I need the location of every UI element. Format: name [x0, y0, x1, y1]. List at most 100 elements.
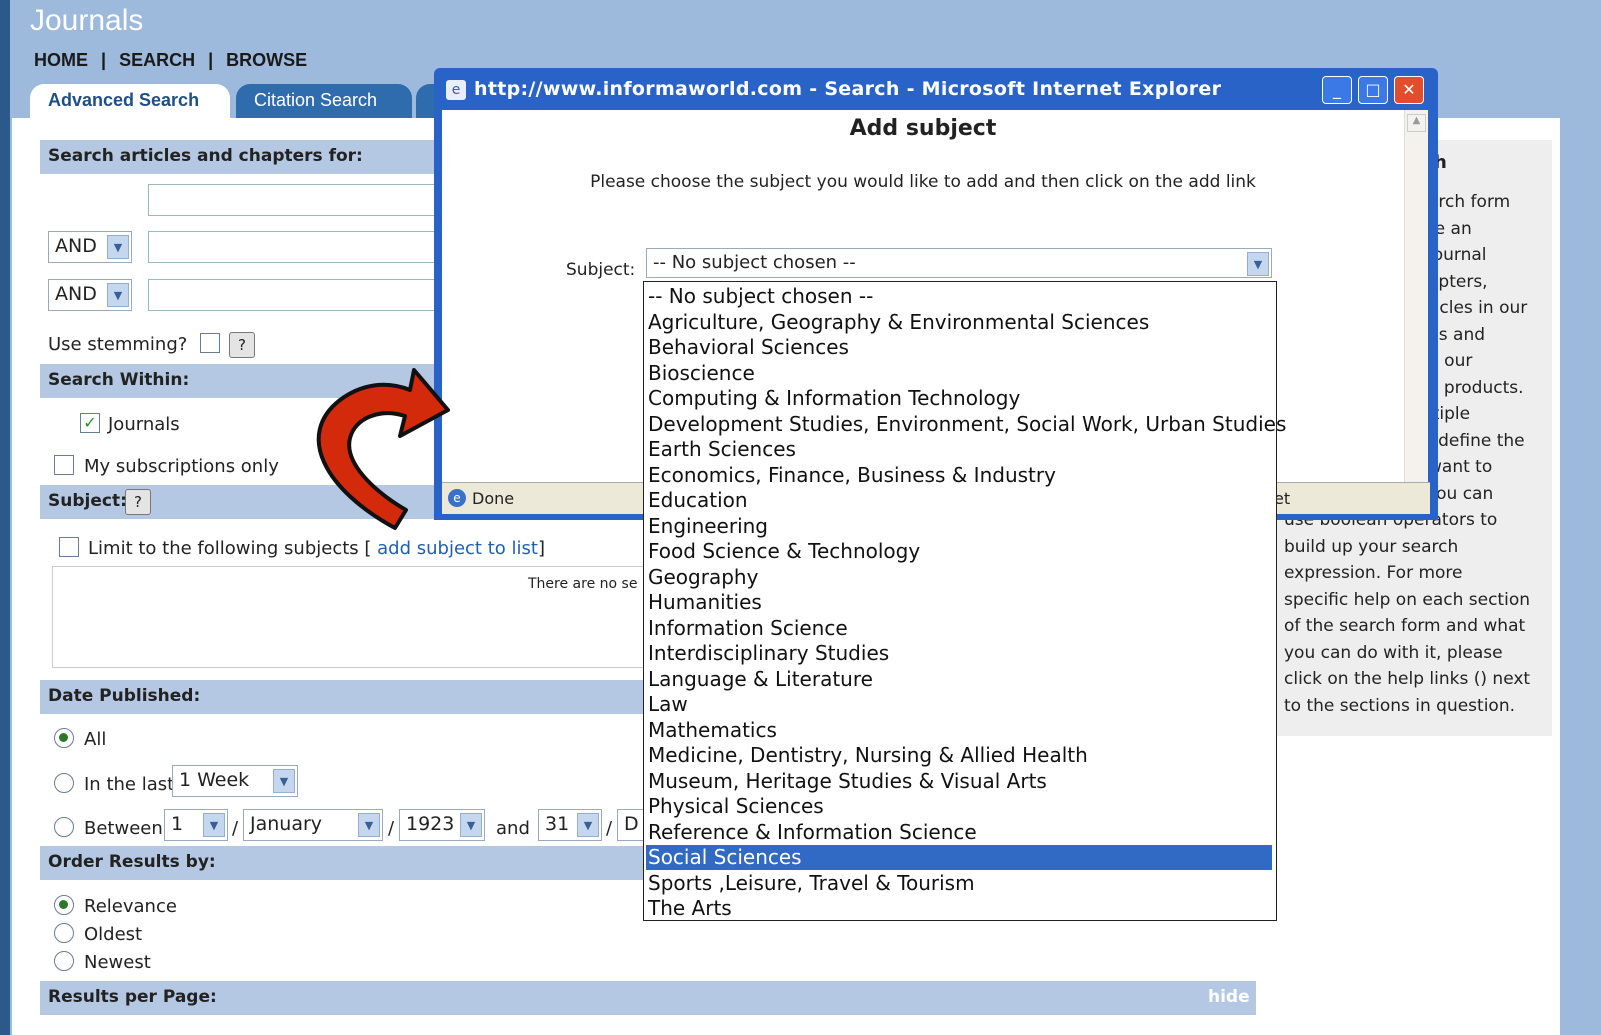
help-line: ticles in our — [1428, 298, 1528, 318]
subject-option[interactable]: Reference & Information Science — [648, 820, 1274, 845]
subject-option[interactable]: Interdisciplinary Studies — [648, 641, 1274, 666]
chevron-down-icon: ▼ — [107, 283, 129, 307]
subject-option[interactable]: Law — [648, 692, 1274, 717]
popup-title: http://www.informaworld.com - Search - M… — [474, 78, 1222, 100]
end-day-select[interactable]: 31 ▼ — [538, 809, 602, 841]
operator-value: AND — [55, 283, 97, 305]
left-edge — [0, 0, 10, 1035]
subject-option[interactable]: Agriculture, Geography & Environmental S… — [648, 310, 1274, 335]
site-brand: Journals — [30, 4, 144, 37]
subject-option[interactable]: Earth Sciences — [648, 437, 1274, 462]
date-all-label: All — [84, 729, 107, 750]
subject-select[interactable]: -- No subject chosen -- ▼ — [646, 248, 1272, 278]
subject-option[interactable]: Museum, Heritage Studies & Visual Arts — [648, 769, 1274, 794]
stemming-checkbox[interactable] — [200, 333, 220, 353]
nav-browse[interactable]: BROWSE — [226, 50, 307, 70]
subject-help-button[interactable]: ? — [125, 489, 151, 515]
order-oldest-radio[interactable] — [54, 923, 74, 943]
popup-scrollbar[interactable]: ▲ — [1404, 110, 1428, 482]
subject-label: Subject: — [566, 260, 636, 280]
tab-citation-search[interactable]: Citation Search — [236, 84, 412, 122]
help-line: of the search form and what — [1284, 616, 1526, 636]
limit-text: Limit to the following subjects [ — [88, 538, 372, 559]
date-last-label: In the last — [84, 774, 175, 795]
status-text: Done — [472, 489, 515, 508]
subject-option[interactable]: -- No subject chosen -- — [648, 284, 1274, 309]
period-select[interactable]: 1 Week ▼ — [172, 765, 298, 797]
chevron-down-icon: ▼ — [107, 235, 129, 259]
help-line: specific help on each section — [1284, 589, 1530, 610]
operator-select-1[interactable]: AND ▼ — [48, 231, 132, 263]
subscriptions-checkbox[interactable] — [54, 455, 74, 475]
end-month-value: D — [624, 813, 639, 835]
subject-option[interactable]: Computing & Information Technology — [648, 386, 1274, 411]
date-last-radio[interactable] — [54, 773, 74, 793]
minimize-button[interactable]: _ — [1322, 76, 1352, 104]
subject-option[interactable]: Food Science & Technology — [648, 539, 1274, 564]
subject-option[interactable]: Humanities — [648, 590, 1274, 615]
start-day-select[interactable]: 1 ▼ — [164, 809, 228, 841]
subject-option[interactable]: Sports ,Leisure, Travel & Tourism — [648, 871, 1274, 896]
limit-subjects-checkbox[interactable] — [59, 537, 79, 557]
subject-option[interactable]: Geography — [648, 565, 1274, 590]
subject-option[interactable]: Behavioral Sciences — [648, 335, 1274, 360]
subject-option[interactable]: Economics, Finance, Business & Industry — [648, 463, 1274, 488]
help-line: build up your search — [1284, 536, 1459, 557]
subject-option[interactable]: The Arts — [648, 896, 1274, 921]
end-day-value: 31 — [545, 813, 570, 835]
date-between-label: Between — [84, 818, 163, 839]
subject-option[interactable]: Bioscience — [648, 361, 1274, 386]
red-arrow-annotation — [316, 368, 450, 530]
journals-label: Journals — [108, 414, 180, 435]
ie-status-icon: e — [448, 489, 466, 507]
hide-link[interactable]: hide — [1208, 987, 1250, 1007]
subject-dropdown-list[interactable]: -- No subject chosen -- Agriculture, Geog… — [643, 281, 1286, 921]
subject-option[interactable]: Mathematics — [648, 718, 1274, 743]
operator-select-2[interactable]: AND ▼ — [48, 279, 132, 311]
limit-subjects-label: Limit to the following subjects [ add su… — [88, 538, 545, 559]
nav-search[interactable]: SEARCH — [119, 50, 195, 70]
search-input-1[interactable] — [148, 184, 448, 216]
scroll-up-icon[interactable]: ▲ — [1407, 114, 1426, 132]
maximize-button[interactable]: □ — [1358, 76, 1388, 104]
order-newest-label: Newest — [84, 952, 151, 973]
subject-option[interactable]: Education — [648, 488, 1274, 513]
start-year-value: 1923 — [406, 813, 455, 835]
chevron-down-icon: ▼ — [358, 813, 380, 837]
popup-instruction: Please choose the subject you would like… — [590, 172, 1256, 192]
operator-value: AND — [55, 235, 97, 257]
help-line: arch form — [1428, 192, 1511, 212]
subject-option[interactable]: Engineering — [648, 514, 1274, 539]
start-year-select[interactable]: 1923 ▼ — [399, 809, 485, 841]
help-line: l define the — [1428, 430, 1525, 451]
chevron-down-icon: ▼ — [1247, 252, 1269, 276]
top-nav: HOME | SEARCH | BROWSE — [34, 50, 315, 71]
chevron-down-icon: ▼ — [203, 813, 225, 837]
start-month-select[interactable]: January ▼ — [243, 809, 383, 841]
nav-separator: | — [208, 50, 214, 70]
help-button[interactable]: ? — [229, 332, 255, 358]
nav-home[interactable]: HOME — [34, 50, 88, 70]
order-newest-radio[interactable] — [54, 951, 74, 971]
close-button[interactable]: ✕ — [1394, 76, 1424, 104]
order-relevance-radio[interactable] — [54, 895, 74, 915]
date-all-radio[interactable] — [54, 728, 74, 748]
journals-checkbox[interactable]: ✓ — [80, 413, 100, 433]
section-results-per-page: Results per Page: — [40, 981, 1256, 1015]
subject-option[interactable]: Development Studies, Environment, Social… — [648, 412, 1286, 437]
search-input-3[interactable] — [148, 279, 448, 311]
add-subject-link[interactable]: add subject to list — [377, 538, 538, 559]
subscriptions-label: My subscriptions only — [84, 456, 279, 477]
start-month-value: January — [250, 813, 323, 835]
search-input-2[interactable] — [148, 231, 448, 263]
chevron-down-icon: ▼ — [577, 813, 599, 837]
date-between-radio[interactable] — [54, 817, 74, 837]
subject-option[interactable]: Physical Sciences — [648, 794, 1274, 819]
subject-option[interactable]: Social Sciences — [646, 845, 1272, 870]
order-relevance-label: Relevance — [84, 896, 177, 917]
subject-option[interactable]: Language & Literature — [648, 667, 1274, 692]
subject-option[interactable]: Information Science — [648, 616, 1274, 641]
subject-option[interactable]: Medicine, Dentistry, Nursing & Allied He… — [648, 743, 1274, 768]
help-line: to the sections in question. — [1284, 695, 1516, 716]
tab-advanced-search[interactable]: Advanced Search — [30, 84, 230, 122]
